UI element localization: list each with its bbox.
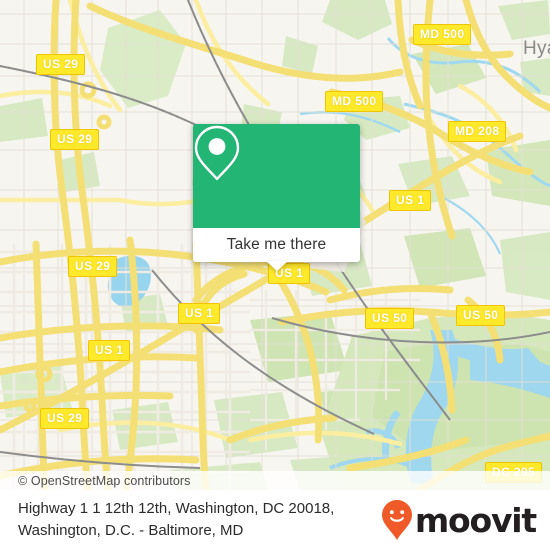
road-shield[interactable]: US 1 (88, 340, 131, 361)
map-canvas[interactable]: Hya US 29 US 29 US 29 US 1 US 29 US 1 US… (0, 0, 550, 490)
address-line-1: Highway 1 1 12th 12th, Washington, DC 20… (18, 500, 335, 518)
address-line-2: Washington, D.C. - Baltimore, MD (18, 522, 244, 539)
road-shield[interactable]: MD 500 (413, 24, 472, 45)
map-place-label: Hya (523, 38, 550, 59)
road-shield[interactable]: US 50 (456, 305, 506, 326)
road-shield[interactable]: US 29 (50, 129, 100, 150)
moovit-logo[interactable]: moovit (381, 499, 537, 541)
moovit-pin-smile-icon (381, 500, 412, 540)
moovit-wordmark: moovit (414, 500, 537, 540)
location-popup-card[interactable]: Take me there (193, 124, 360, 271)
popup-image (193, 124, 360, 228)
address-block: Highway 1 1 12th 12th, Washington, DC 20… (18, 498, 334, 542)
popup-footer[interactable]: Take me there (193, 228, 360, 271)
attribution-text: © OpenStreetMap contributors (18, 473, 191, 488)
popup-tail (265, 261, 288, 271)
take-me-there-label: Take me there (226, 236, 327, 253)
map-screen: Hya US 29 US 29 US 29 US 1 US 29 US 1 US… (0, 0, 550, 550)
road-shield[interactable]: US 1 (178, 303, 221, 324)
map-pin-icon (194, 125, 240, 181)
road-shield[interactable]: US 50 (365, 308, 415, 329)
road-shield[interactable]: US 1 (389, 190, 432, 211)
footer-bar: Highway 1 1 12th 12th, Washington, DC 20… (0, 490, 550, 550)
road-shield[interactable]: MD 208 (448, 121, 507, 142)
road-shield[interactable]: US 29 (68, 256, 118, 277)
road-shield[interactable]: US 29 (40, 408, 90, 429)
road-shield[interactable]: MD 500 (325, 91, 384, 112)
road-shield[interactable]: US 29 (36, 54, 86, 75)
map-attribution[interactable]: © OpenStreetMap contributors (0, 471, 550, 490)
